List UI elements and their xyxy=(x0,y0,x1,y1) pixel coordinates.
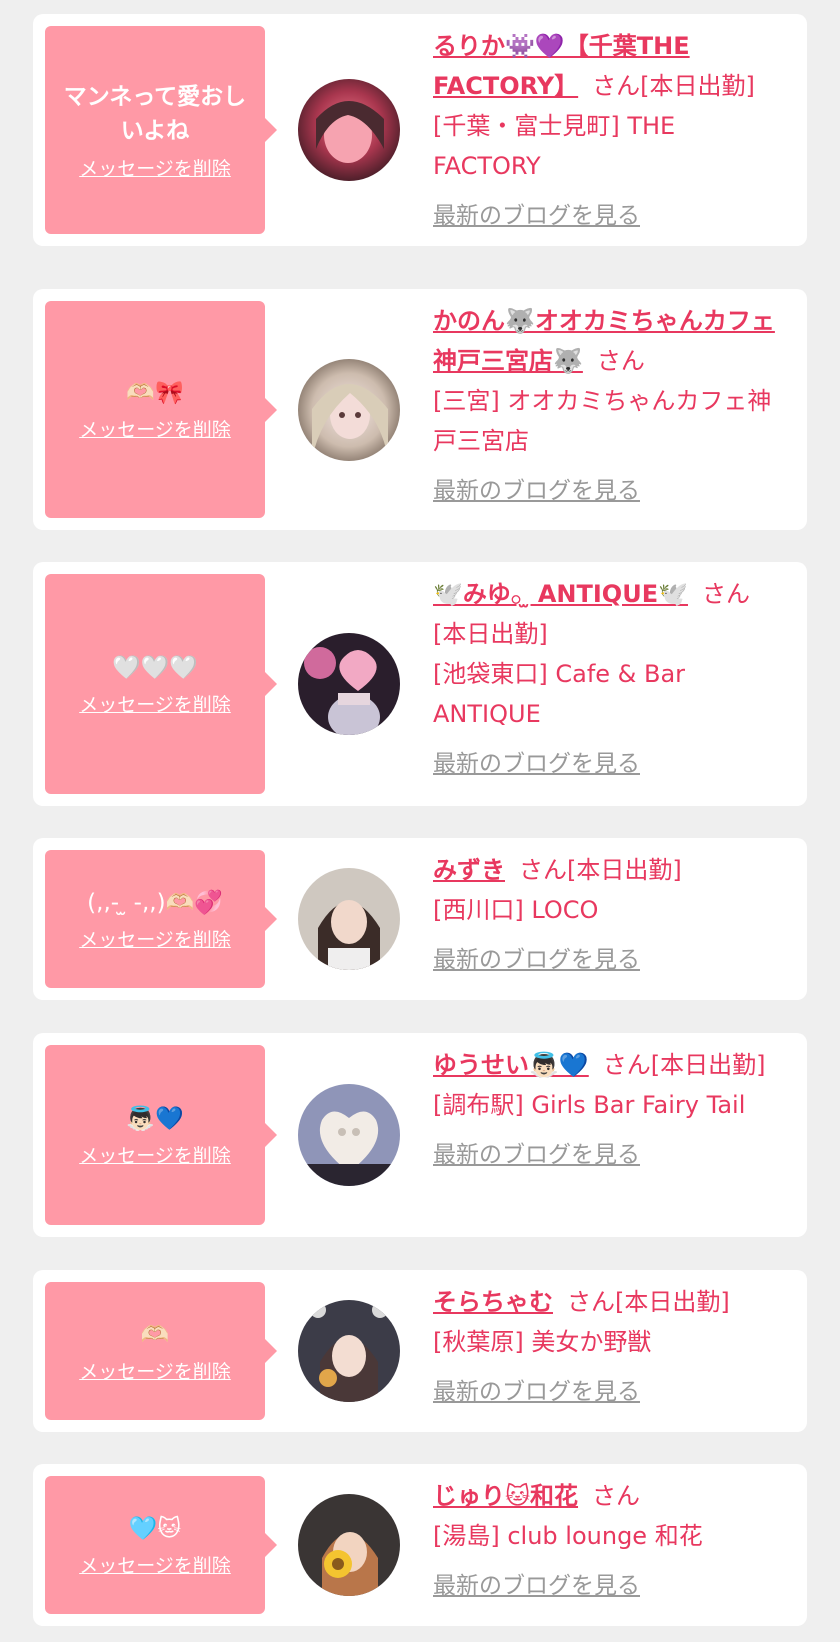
message-card: 🫶🏻🎀 メッセージを削除 かのん🐺オオカミちゃんカフェ神戸三宮店🐺 さん [三宮]… xyxy=(33,289,807,530)
message-text: 🩵🐱 xyxy=(128,1515,182,1542)
message-card: 🤍🤍🤍 メッセージを削除 🕊️みゆ𓂂 ̫ ANTIQUE🕊️ さん [本日出勤] … xyxy=(33,562,807,806)
san-label: さん xyxy=(592,72,641,100)
status-text: [本日出勤] xyxy=(567,856,682,884)
message-text: 🤍🤍🤍 xyxy=(112,654,198,681)
delete-message-link[interactable]: メッセージを削除 xyxy=(79,690,231,717)
cast-name-link[interactable]: ゆうせい👼🏻💙 xyxy=(433,1051,589,1079)
avatar[interactable] xyxy=(298,1494,400,1596)
message-text: マンネって愛おしいよね xyxy=(63,83,247,144)
cast-info: るりか👾💜【千葉THE FACTORY】 さん[本日出勤] [千葉・富士見町] T… xyxy=(433,26,789,236)
avatar-photo xyxy=(298,1084,400,1186)
message-card: マンネって愛おしいよね メッセージを削除 るりか👾💜【千葉THE FACTORY… xyxy=(33,14,807,246)
san-label: さん xyxy=(701,580,750,608)
san-label: さん xyxy=(519,856,567,884)
shop-text: [調布駅] Girls Bar Fairy Tail xyxy=(433,1091,746,1119)
avatar-photo xyxy=(298,1494,400,1596)
status-text: [本日出勤] xyxy=(640,72,755,100)
message-list: マンネって愛おしいよね メッセージを削除 るりか👾💜【千葉THE FACTORY… xyxy=(0,0,840,1642)
message-bubble: 🫶🏻 メッセージを削除 xyxy=(45,1282,277,1420)
message-bubble: (,,- ̫ -,,)🫶🏻💞 メッセージを削除 xyxy=(45,850,277,988)
avatar-photo xyxy=(298,79,400,181)
avatar[interactable] xyxy=(298,868,400,970)
status-text: [本日出勤] xyxy=(433,620,548,648)
san-label: さん xyxy=(567,1288,615,1316)
status-text: [本日出勤] xyxy=(615,1288,730,1316)
cast-info: ゆうせい👼🏻💙 さん[本日出勤] [調布駅] Girls Bar Fairy Ta… xyxy=(433,1045,789,1175)
delete-message-link[interactable]: メッセージを削除 xyxy=(79,1551,231,1578)
shop-text: [千葉・富士見町] THE FACTORY xyxy=(433,112,676,180)
message-bubble: マンネって愛おしいよね メッセージを削除 xyxy=(45,26,277,234)
avatar[interactable] xyxy=(298,633,400,735)
avatar-photo xyxy=(298,633,400,735)
delete-message-link[interactable]: メッセージを削除 xyxy=(79,415,231,442)
shop-text: [三宮] オオカミちゃんカフェ神戸三宮店 xyxy=(433,387,772,455)
san-label: さん xyxy=(592,1482,641,1510)
shop-text: [西川口] LOCO xyxy=(433,896,599,924)
message-card: 👼🏻💙 メッセージを削除 ゆうせい👼🏻💙 さん[本日出勤] [調布駅] Girls… xyxy=(33,1033,807,1237)
avatar-photo xyxy=(298,358,400,461)
message-card: (,,- ̫ -,,)🫶🏻💞 メッセージを削除 みずき さん[本日出勤] [西川口… xyxy=(33,838,807,1000)
message-text: 🫶🏻🎀 xyxy=(126,380,184,406)
avatar[interactable] xyxy=(298,358,400,461)
cast-info: かのん🐺オオカミちゃんカフェ神戸三宮店🐺 さん [三宮] オオカミちゃんカフェ神戸… xyxy=(433,301,789,511)
message-text: (,,- ̫ -,,)🫶🏻💞 xyxy=(87,889,223,916)
cast-info: 🕊️みゆ𓂂 ̫ ANTIQUE🕊️ さん [本日出勤] [池袋東口] Cafe &… xyxy=(433,574,789,784)
message-card: 🩵🐱 メッセージを削除 じゅり🐱和花 さん [湯島] club lounge 和花… xyxy=(33,1464,807,1626)
message-bubble: 🩵🐱 メッセージを削除 xyxy=(45,1476,277,1614)
message-bubble: 👼🏻💙 メッセージを削除 xyxy=(45,1045,277,1225)
shop-text: [池袋東口] Cafe & Bar ANTIQUE xyxy=(433,660,686,728)
latest-blog-link[interactable]: 最新のブログを見る xyxy=(433,1372,640,1412)
message-bubble: 🫶🏻🎀 メッセージを削除 xyxy=(45,301,277,518)
latest-blog-link[interactable]: 最新のブログを見る xyxy=(433,471,640,511)
san-label: さん xyxy=(596,347,645,375)
san-label: さん xyxy=(602,1051,651,1079)
delete-message-link[interactable]: メッセージを削除 xyxy=(79,154,231,181)
delete-message-link[interactable]: メッセージを削除 xyxy=(79,1357,231,1384)
cast-name-link[interactable]: 🕊️みゆ𓂂 ̫ ANTIQUE🕊️ xyxy=(433,580,688,608)
delete-message-link[interactable]: メッセージを削除 xyxy=(79,1141,231,1168)
avatar-photo xyxy=(298,1300,400,1402)
message-bubble: 🤍🤍🤍 メッセージを削除 xyxy=(45,574,277,794)
message-text: 👼🏻💙 xyxy=(126,1105,184,1132)
avatar-photo xyxy=(298,868,400,970)
cast-name-link[interactable]: そらちゃむ xyxy=(433,1288,553,1316)
latest-blog-link[interactable]: 最新のブログを見る xyxy=(433,940,640,980)
cast-info: そらちゃむ さん[本日出勤] [秋葉原] 美女か野獣 最新のブログを見る xyxy=(433,1282,789,1412)
status-text: [本日出勤] xyxy=(650,1051,766,1079)
latest-blog-link[interactable]: 最新のブログを見る xyxy=(433,1566,640,1606)
shop-text: [秋葉原] 美女か野獣 xyxy=(433,1328,652,1356)
avatar[interactable] xyxy=(298,79,400,181)
message-card: 🫶🏻 メッセージを削除 そらちゃむ さん[本日出勤] [秋葉原] 美女か野獣 最新… xyxy=(33,1270,807,1432)
shop-text: [湯島] club lounge 和花 xyxy=(433,1522,703,1550)
cast-name-link[interactable]: みずき xyxy=(433,856,505,884)
delete-message-link[interactable]: メッセージを削除 xyxy=(79,925,231,952)
latest-blog-link[interactable]: 最新のブログを見る xyxy=(433,196,640,236)
latest-blog-link[interactable]: 最新のブログを見る xyxy=(433,1135,640,1175)
avatar[interactable] xyxy=(298,1300,400,1402)
cast-name-link[interactable]: じゅり🐱和花 xyxy=(433,1482,578,1510)
cast-info: みずき さん[本日出勤] [西川口] LOCO 最新のブログを見る xyxy=(433,850,789,980)
cast-info: じゅり🐱和花 さん [湯島] club lounge 和花 最新のブログを見る xyxy=(433,1476,789,1606)
message-text: 🫶🏻 xyxy=(140,1321,170,1348)
latest-blog-link[interactable]: 最新のブログを見る xyxy=(433,744,640,784)
avatar[interactable] xyxy=(298,1084,400,1186)
